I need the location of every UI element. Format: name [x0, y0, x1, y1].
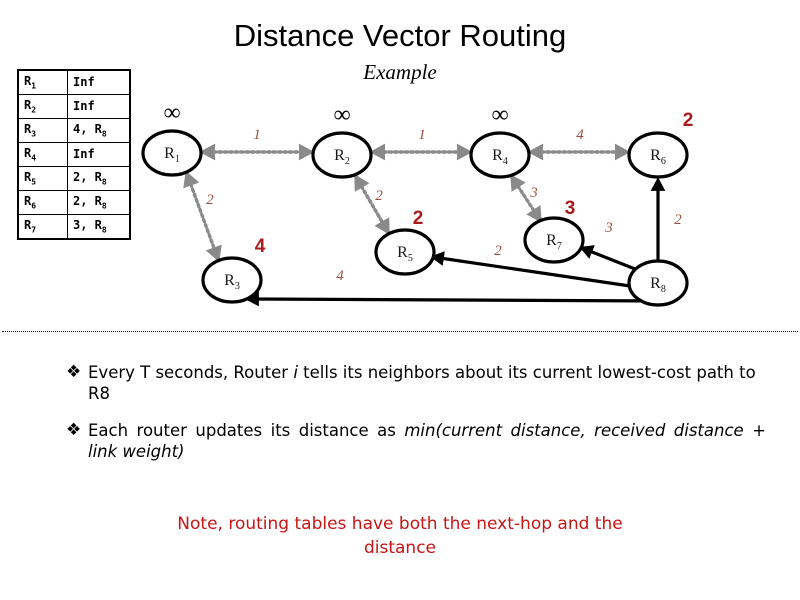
bullet-text: Every T seconds, Router i tells its neig… — [88, 362, 766, 404]
table-cell-distance: Inf — [67, 94, 131, 119]
table-row: R1 Inf — [17, 69, 131, 95]
edge-weight-r2-r5: 2 — [375, 188, 383, 204]
network-diagram-svg: R1 R2R3R4R5R6R7R8 121243423 2 ∞ ∞4∞223 — [141, 100, 693, 307]
solid-edge-r8-r3 — [245, 291, 655, 307]
table-row: R4 Inf — [17, 142, 131, 167]
solid-edge-group — [245, 177, 666, 307]
bullet-item: ❖ Every T seconds, Router i tells its nei… — [66, 362, 766, 404]
bullet-plain: Every T seconds, Router — [88, 363, 294, 382]
bullet-diamond-icon: ❖ — [66, 420, 82, 441]
network-diagram: R1 R2 R3 R4 R5 R6 R7 R8 1212434232 ∞ ∞ 4 ∞ 2 2 3 — [130, 92, 800, 322]
solid-edge-r8-r7 — [579, 245, 636, 271]
edge-weight-r1-r2: 1 — [253, 127, 261, 143]
router-index: 3 — [31, 129, 37, 138]
node-distance-r4: ∞ — [491, 102, 508, 128]
edge-weight-r4-r6: 4 — [576, 127, 584, 143]
table-cell-router: R6 — [17, 190, 68, 215]
next-hop-index: 8 — [101, 129, 107, 138]
edge-weight-r8-r3: 4 — [336, 268, 344, 284]
node-distance-r1: ∞ — [163, 100, 180, 126]
bullet-item: ❖ Each router updates its distance as min… — [66, 420, 766, 462]
router-index: 5 — [31, 177, 37, 186]
edge-weight-r1-r3: 2 — [206, 192, 214, 208]
solid-edge-r8-r5 — [430, 251, 631, 288]
slide-canvas: Distance Vector Routing Example R1 Inf R2 I… — [0, 0, 800, 600]
table-cell-router: R1 — [17, 69, 68, 95]
bullet-diamond-icon: ❖ — [66, 362, 82, 382]
table-cell-distance: 2, R8 — [67, 166, 131, 191]
edge-weight-r8-r7: 3 — [604, 220, 613, 236]
router-index: 4 — [31, 153, 37, 162]
next-hop-index: 8 — [101, 177, 107, 186]
router-index: 1 — [31, 81, 37, 90]
node-distance-r2: ∞ — [333, 102, 350, 128]
router-index: 7 — [31, 225, 37, 234]
edge-weight-r8-r5: 2 — [494, 243, 502, 259]
table-row: R6 2, R8 — [17, 190, 131, 215]
table-cell-distance: Inf — [67, 142, 131, 167]
edge-weight-r4-r7: 3 — [529, 185, 538, 201]
table-cell-router: R5 — [17, 166, 68, 191]
note-line-2: distance — [363, 538, 437, 559]
table-cell-distance: 3, R8 — [67, 214, 131, 240]
table-cell-distance: 2, R8 — [67, 190, 131, 215]
routing-table-grid: R1 Inf R2 Inf R3 4, R8 R4 Inf R5 2, R8 R6 2, R8 R7 3,… — [17, 69, 131, 240]
table-cell-router: R3 — [17, 118, 68, 143]
table-cell-router: R4 — [17, 142, 68, 167]
router-index: 2 — [31, 105, 37, 114]
node-distance-r5: 2 — [413, 208, 424, 229]
bullet-plain: Each router updates its distance as — [88, 421, 405, 441]
note-text: Note, routing tables have both the next-… — [100, 512, 700, 560]
horizontal-divider — [2, 331, 798, 332]
table-cell-distance: Inf — [67, 69, 131, 95]
table-row: R7 3, R8 — [17, 214, 131, 240]
router-index: 6 — [31, 201, 37, 210]
edge-weight-r2-r4: 1 — [418, 127, 426, 143]
table-row: R3 4, R8 — [17, 118, 131, 143]
node-distance-group: ∞ ∞ 4 ∞ 2 2 3 — [163, 100, 693, 257]
routing-table: R1 Inf R2 Inf R3 4, R8 R4 Inf R5 2, R8 R6 2, R8 R7 3,… — [17, 69, 131, 240]
bullet-list: ❖ Every T seconds, Router i tells its nei… — [66, 362, 766, 478]
note-line-1: Note, routing tables have both the next-… — [177, 514, 623, 534]
table-cell-router: R7 — [17, 214, 68, 240]
node-distance-r6: 2 — [683, 110, 694, 131]
dotted-edge-r2-r5 — [354, 174, 390, 235]
edge-weight-r8-r6: 2 — [674, 212, 682, 228]
dotted-edge-r1-r3 — [183, 170, 222, 263]
table-row: R2 Inf — [17, 94, 131, 119]
next-hop-index: 8 — [101, 201, 107, 210]
node-distance-r7: 3 — [565, 198, 576, 219]
table-row: R5 2, R8 — [17, 166, 131, 191]
table-cell-router: R2 — [17, 94, 68, 119]
bullet-text: Each router updates its distance as min(… — [88, 420, 766, 462]
page-title: Distance Vector Routing — [233, 18, 567, 53]
node-distance-r3: 4 — [255, 236, 266, 257]
next-hop-index: 8 — [101, 225, 107, 234]
table-cell-distance: 4, R8 — [67, 118, 131, 143]
